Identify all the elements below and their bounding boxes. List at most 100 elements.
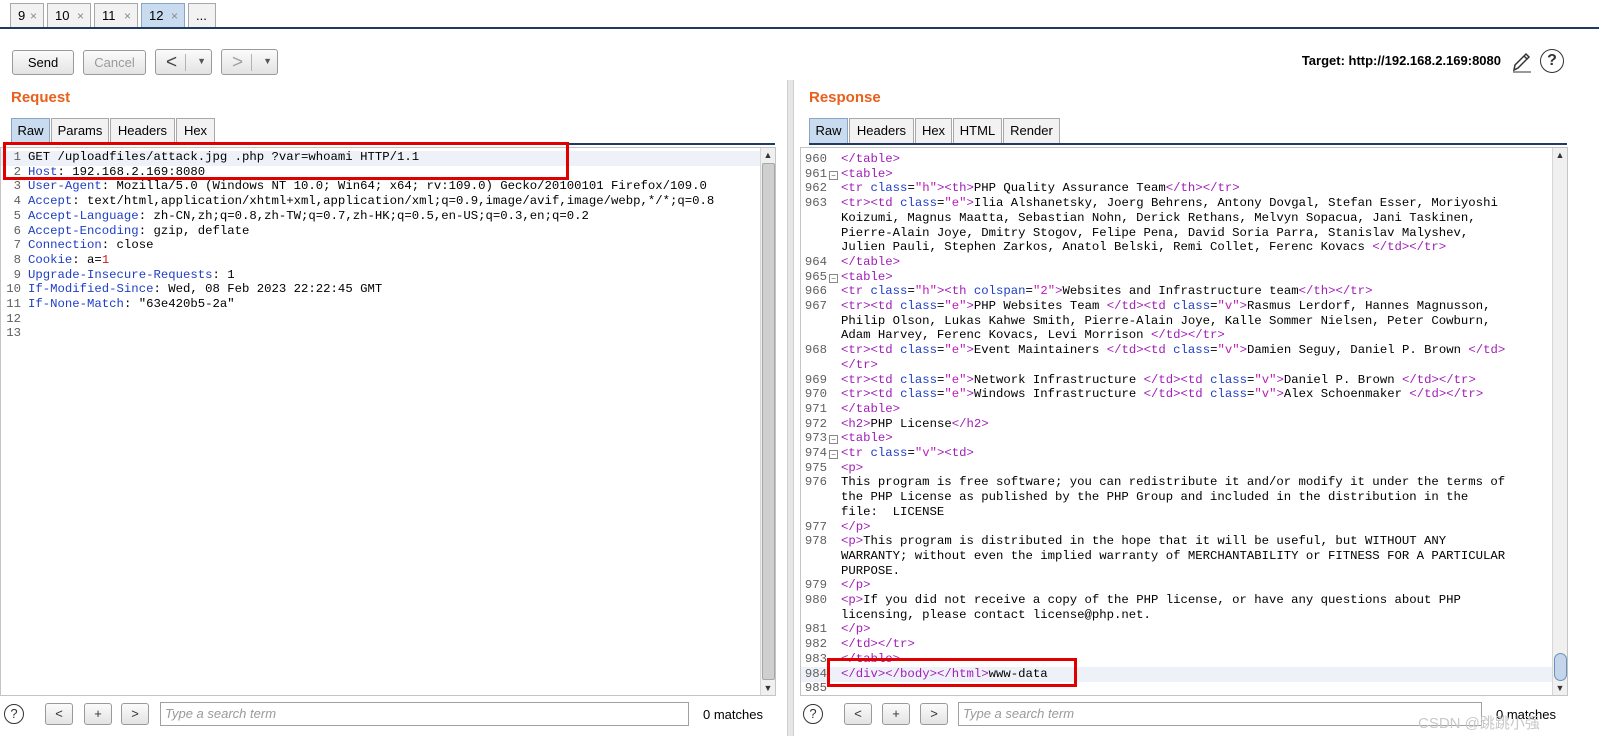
scroll-down-icon[interactable]: ▼ — [1553, 681, 1567, 695]
line-number: 966 — [804, 284, 827, 299]
chevron-down-icon[interactable]: ▼ — [197, 56, 206, 66]
scroll-down-icon[interactable]: ▼ — [761, 681, 775, 695]
search-input[interactable]: Type a search term — [160, 702, 689, 726]
header-name: If-Modified-Since — [28, 282, 154, 297]
tab-params[interactable]: Params — [51, 118, 109, 143]
tab-raw[interactable]: Raw — [11, 118, 50, 143]
line-number: 12 — [6, 311, 21, 326]
header-name: Cookie — [28, 252, 73, 267]
line-number: 980 — [804, 593, 827, 607]
response-line: </p> — [841, 578, 871, 593]
new-tab-button[interactable]: ... — [188, 3, 216, 27]
help-icon[interactable]: ? — [4, 704, 24, 724]
repeater-tab-12[interactable]: 12 × — [141, 3, 185, 27]
header-value: : gzip, deflate — [138, 223, 250, 238]
send-button[interactable]: Send — [12, 50, 74, 75]
response-line: </table> — [841, 152, 901, 166]
response-line: Pierre-Alain Joye, Dmitry Stogov, Felipe… — [841, 225, 1469, 240]
header-name: Accept-Encoding — [28, 223, 139, 238]
request-scrollbar[interactable]: ▲ ▼ — [760, 148, 775, 695]
response-scrollbar[interactable]: ▲ ▼ — [1552, 148, 1567, 695]
tab-render[interactable]: Render — [1003, 118, 1060, 143]
header-value: : a= — [72, 252, 102, 267]
scroll-up-icon[interactable]: ▲ — [761, 148, 775, 162]
search-options-button[interactable]: + — [84, 703, 112, 725]
repeater-tab-9[interactable]: 9 × — [10, 3, 44, 27]
tab-headers[interactable]: Headers — [849, 118, 914, 143]
repeater-tab-strip: 9 × 10 × 11 × 12 × ... — [0, 0, 1599, 30]
response-line: <tr><td class="e">PHP Websites Team </td… — [841, 299, 1491, 313]
forward-button[interactable]: > ▼ — [221, 49, 278, 75]
cancel-button[interactable]: Cancel — [83, 50, 146, 75]
search-prev-button[interactable]: < — [844, 703, 872, 725]
search-prev-button[interactable]: < — [45, 703, 73, 725]
line-number: 974 — [804, 446, 827, 460]
line-number: 969 — [804, 372, 827, 387]
tab-strip-divider — [0, 27, 1599, 29]
close-icon[interactable]: × — [77, 4, 84, 28]
search-input[interactable]: Type a search term — [958, 702, 1482, 726]
search-next-button[interactable]: > — [920, 703, 948, 725]
fold-toggle-icon[interactable]: − — [829, 273, 838, 283]
fold-toggle-icon[interactable]: − — [829, 450, 838, 459]
header-name: If-None-Match — [28, 297, 124, 311]
search-next-button[interactable]: > — [121, 703, 149, 725]
cookie-value: 1 — [101, 252, 110, 267]
tab-headers[interactable]: Headers — [110, 118, 175, 143]
request-line: Upgrade-Insecure-Requests: 1 — [28, 268, 235, 283]
close-icon[interactable]: × — [30, 4, 37, 28]
line-number: 7 — [13, 238, 21, 253]
tab-hex[interactable]: Hex — [176, 118, 215, 143]
close-icon[interactable]: × — [124, 4, 131, 28]
request-title: Request — [11, 89, 71, 106]
response-line: <h2>PHP License</h2> — [841, 416, 989, 431]
scrollbar-thumb[interactable] — [1554, 653, 1567, 681]
line-number: 983 — [804, 651, 827, 666]
line-number: 976 — [804, 475, 827, 490]
chevron-down-icon[interactable]: ▼ — [263, 56, 272, 66]
line-number: 968 — [804, 343, 827, 358]
response-line: WARRANTY; without even the implied warra… — [841, 548, 1506, 563]
repeater-tab-11[interactable]: 11 × — [94, 3, 138, 27]
response-line: <tr><td class="e">Windows Infrastructure… — [841, 387, 1484, 402]
line-number: 963 — [804, 196, 827, 211]
line-number: 961 — [804, 166, 827, 181]
tab-raw[interactable]: Raw — [809, 118, 848, 143]
tab-label: 12 — [149, 8, 164, 23]
request-line: If-None-Match: "63e420b5-2a" — [28, 297, 235, 312]
line-number: 9 — [13, 267, 21, 282]
request-line: If-Modified-Since: Wed, 08 Feb 2023 22:2… — [28, 282, 382, 297]
header-name: Accept-Language — [28, 208, 139, 223]
tab-label: 11 — [102, 8, 116, 23]
request-line: Accept-Language: zh-CN,zh;q=0.8,zh-TW;q=… — [28, 209, 589, 224]
response-title: Response — [809, 89, 881, 106]
line-number: 964 — [804, 254, 827, 269]
tab-html[interactable]: HTML — [953, 118, 1002, 143]
back-button[interactable]: < ▼ — [155, 49, 212, 75]
header-value: : zh-CN,zh;q=0.8,zh-TW;q=0.7,zh-HK;q=0.5… — [138, 208, 589, 223]
line-number: 5 — [13, 208, 21, 223]
search-options-button[interactable]: + — [882, 703, 910, 725]
line-number: 975 — [804, 460, 827, 475]
response-line: <tr class="h"><th>PHP Quality Assurance … — [841, 181, 1240, 196]
tab-hex[interactable]: Hex — [915, 118, 952, 143]
request-editor[interactable]: 1 2 3 4 5 6 7 8 9 10 11 12 13 GET /uploadfiles/attac… — [0, 147, 776, 696]
header-value: : Mozilla/5.0 (Windows NT 10.0; Win64; x… — [101, 179, 707, 194]
header-value: : text/html,application/xhtml+xml,applic… — [72, 194, 715, 209]
response-editor[interactable]: 960 961 962 963 964 965 966 967 968 969 970 971 972 9… — [800, 147, 1568, 696]
scroll-up-icon[interactable]: ▲ — [1553, 148, 1567, 162]
response-line: </table> — [841, 254, 901, 269]
line-number: 6 — [13, 223, 21, 238]
fold-toggle-icon[interactable]: − — [829, 435, 838, 445]
request-line: Cookie: a=1 — [28, 253, 109, 268]
repeater-tab-10[interactable]: 10 × — [47, 3, 91, 27]
help-icon[interactable]: ? — [803, 704, 823, 724]
pencil-icon[interactable] — [1511, 50, 1533, 74]
help-icon[interactable]: ? — [1540, 49, 1564, 73]
close-icon[interactable]: × — [171, 4, 178, 28]
scrollbar-thumb[interactable] — [762, 163, 775, 680]
pane-splitter[interactable] — [787, 80, 794, 736]
target-label[interactable]: Target: http://192.168.2.169:8080 — [1302, 53, 1501, 68]
line-number: 981 — [804, 622, 827, 637]
fold-toggle-icon[interactable]: − — [829, 170, 838, 180]
